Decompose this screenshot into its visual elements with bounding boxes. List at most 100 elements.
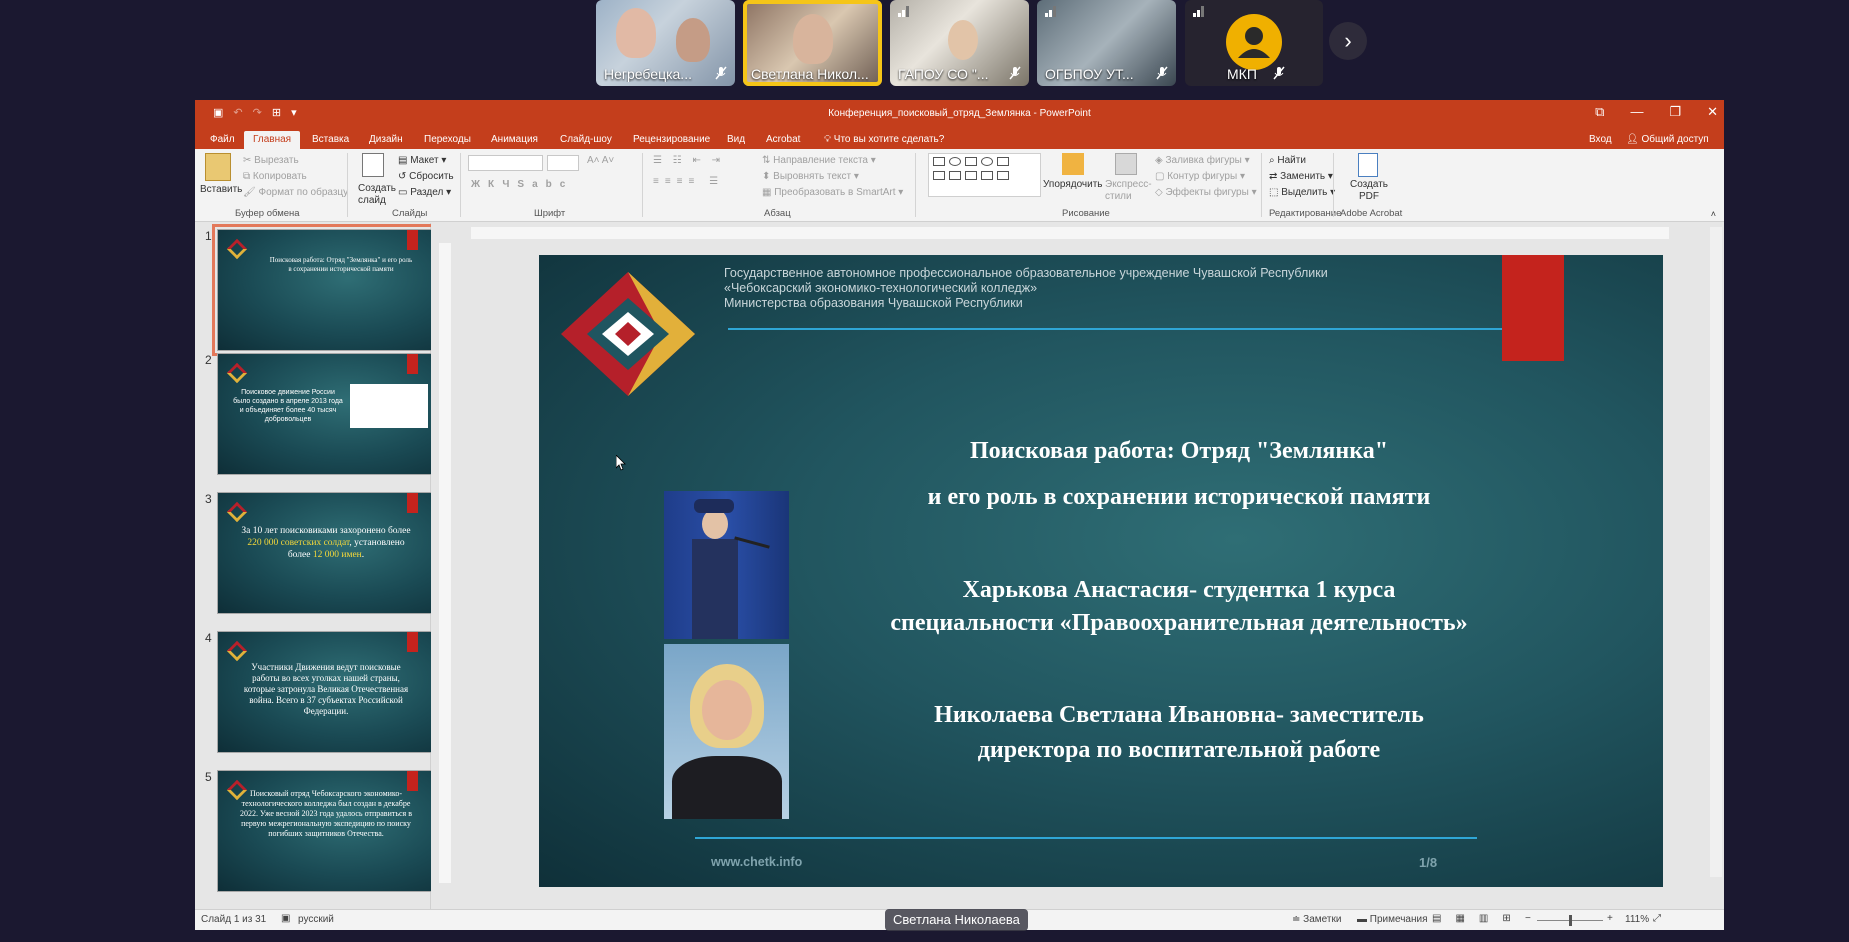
copy-button[interactable]: ⧉ Копировать: [243, 171, 307, 182]
arrange-button[interactable]: Упорядочить: [1043, 179, 1103, 190]
tab-insert[interactable]: Вставка: [303, 131, 358, 149]
participant-name: МКП: [1227, 66, 1257, 82]
select-button[interactable]: ⬚ Выделить ▾: [1269, 187, 1335, 198]
format-painter-button[interactable]: 🖌︎ Формат по образцу: [243, 187, 348, 198]
slide-subtitle: и его роль в сохранении исторической пам…: [927, 484, 1431, 510]
font-size-input[interactable]: [547, 155, 579, 171]
language-indicator[interactable]: русский: [298, 914, 334, 925]
conference-screen: Негребецка... Светлана Никол... ГАПОУ СО…: [0, 0, 1849, 942]
share-label: Общий доступ: [1641, 134, 1709, 145]
reset-button[interactable]: ↺ Сбросить: [398, 171, 454, 182]
shapes-gallery[interactable]: [928, 153, 1041, 197]
slide-title: Поисковая работа: Отряд "Землянка": [969, 438, 1389, 464]
mic-muted-icon: [1156, 66, 1168, 80]
section-button[interactable]: ▭ Раздел ▾: [398, 187, 451, 198]
paste-button[interactable]: Вставить: [200, 184, 242, 195]
replace-button[interactable]: ⇄ Заменить ▾: [1269, 171, 1333, 182]
list-icons[interactable]: ☰ ☷ ⇤ ⇥: [653, 155, 724, 166]
close-icon[interactable]: ✕: [1707, 104, 1718, 120]
thumbnail-slide-3[interactable]: За 10 лет поисковиками захоронено более …: [217, 492, 435, 614]
slide-page-number: 1/8: [1419, 855, 1438, 870]
share-button[interactable]: 👤︎ Общий доступ: [1617, 131, 1718, 149]
find-button[interactable]: ⌕ Найти: [1269, 155, 1306, 166]
comments-button[interactable]: ▬ Примечания: [1357, 914, 1428, 925]
arrange-icon: [1062, 153, 1084, 175]
font-size-buttons-icon[interactable]: A˄ A˅: [587, 155, 614, 166]
view-buttons[interactable]: ▤▦▥⊞: [1432, 913, 1525, 924]
tab-review[interactable]: Рецензирование: [624, 131, 719, 149]
participant-tile[interactable]: ГАПОУ СО "...: [890, 0, 1029, 86]
slides-group-label: Слайды: [392, 208, 428, 219]
thumbnail-number: 5: [205, 770, 212, 784]
tab-acrobat[interactable]: Acrobat: [757, 131, 809, 149]
shape-fill-button[interactable]: ◈ Заливка фигуры ▾: [1155, 155, 1250, 166]
ribbon-display-icon[interactable]: ⧉: [1595, 104, 1604, 120]
college-logo-icon: [226, 238, 248, 260]
college-logo-icon: [226, 640, 248, 662]
participant-face: [793, 14, 833, 64]
notes-button[interactable]: ≐ Заметки: [1292, 914, 1341, 925]
author-line: Харькова Анастасия- студентка 1 курса: [962, 577, 1396, 603]
website-text: www.chetk.info: [711, 855, 803, 869]
new-slide-button[interactable]: Создать слайд: [358, 183, 398, 207]
tab-view[interactable]: Вид: [718, 131, 754, 149]
shape-effects-button[interactable]: ◇ Эффекты фигуры ▾: [1155, 187, 1257, 198]
text-direction-button[interactable]: ⇅ Направление текста ▾: [762, 155, 876, 166]
red-accent: [407, 493, 418, 513]
new-slide-icon: [362, 153, 384, 177]
align-text-button[interactable]: ⬍ Выровнять текст ▾: [762, 171, 859, 182]
quick-styles-button[interactable]: Экспресс-стили: [1105, 179, 1152, 203]
font-style-icons[interactable]: ЖКЧSabc: [471, 179, 573, 190]
cut-button[interactable]: ✂ Вырезать: [243, 155, 299, 166]
participant-tile[interactable]: МКП: [1185, 0, 1323, 86]
tab-transitions[interactable]: Переходы: [415, 131, 480, 149]
shape-outline-button[interactable]: ▢ Контур фигуры ▾: [1155, 171, 1245, 182]
college-logo-icon: [226, 362, 248, 384]
rectangle-shape-icon: [933, 157, 945, 166]
tab-animations[interactable]: Анимация: [482, 131, 547, 149]
restore-icon[interactable]: ❐: [1669, 104, 1681, 120]
collapse-ribbon-icon[interactable]: ˄: [1711, 209, 1716, 219]
thumbnail-slide-4[interactable]: Участники Движения ведут поисковые работ…: [217, 631, 435, 753]
participant-tile[interactable]: Негребецка...: [596, 0, 735, 86]
paragraph-group-label: Абзац: [764, 208, 791, 219]
tab-design[interactable]: Дизайн: [360, 131, 412, 149]
thumbnail-number: 1: [205, 229, 212, 243]
next-participants-button[interactable]: ›: [1329, 22, 1367, 60]
smartart-button[interactable]: ▦ Преобразовать в SmartArt ▾: [762, 187, 903, 198]
thumbnail-text: Поисковый отряд Чебоксарского экономико-…: [239, 789, 412, 838]
current-slide[interactable]: Государственное автономное профессиональ…: [539, 255, 1663, 887]
zoom-level[interactable]: 111%: [1625, 914, 1649, 925]
tell-me-box[interactable]: 💡︎ Что вы хотите сделать?: [815, 131, 953, 149]
slide-thumbnails-pane: 1 Поисковая работа: Отряд "Землянка" и е…: [195, 223, 451, 909]
zoom-in-icon[interactable]: +: [1607, 913, 1613, 924]
slide-scrollbar[interactable]: [1710, 227, 1722, 877]
author-line: Николаева Светлана Ивановна- заместитель: [934, 702, 1424, 728]
zoom-out-icon[interactable]: −: [1525, 913, 1531, 924]
red-accent: [407, 771, 418, 791]
fit-slide-icon[interactable]: ⤢: [1653, 913, 1661, 924]
create-pdf-button[interactable]: Создать PDF: [1347, 179, 1391, 203]
tab-home[interactable]: Главная: [244, 131, 301, 149]
tab-file[interactable]: Файл: [201, 131, 244, 149]
thumbnail-slide-2[interactable]: Поисковое движение России было создано в…: [217, 353, 435, 475]
thumbnail-slide-1[interactable]: Поисковая работа: Отряд "Землянка" и его…: [212, 224, 440, 356]
participant-tile[interactable]: ОГБПОУ УТ...: [1037, 0, 1176, 86]
tab-slideshow[interactable]: Слайд-шоу: [551, 131, 621, 149]
font-name-input[interactable]: [468, 155, 543, 171]
zoom-slider-handle[interactable]: [1569, 915, 1572, 926]
align-icons[interactable]: ≡≡≡≡ ☰: [653, 176, 724, 187]
tell-me-label: Что вы хотите сделать?: [833, 134, 945, 145]
signin-link[interactable]: Вход: [1580, 131, 1621, 149]
org-line: Министерства образования Чувашской Респу…: [724, 296, 1023, 310]
pdf-icon: [1358, 153, 1378, 177]
minimize-icon[interactable]: —: [1630, 104, 1643, 120]
college-logo-icon: [226, 501, 248, 523]
spellcheck-icon[interactable]: ▣: [281, 913, 290, 924]
participant-tile-active[interactable]: Светлана Никол...: [743, 0, 882, 86]
participant-face: [676, 18, 710, 62]
thumbnail-slide-5[interactable]: Поисковый отряд Чебоксарского экономико-…: [217, 770, 435, 892]
thumbnail-number: 4: [205, 631, 212, 645]
layout-button[interactable]: ▤ Макет ▾: [398, 155, 446, 166]
clipboard-group-label: Буфер обмена: [235, 208, 300, 219]
